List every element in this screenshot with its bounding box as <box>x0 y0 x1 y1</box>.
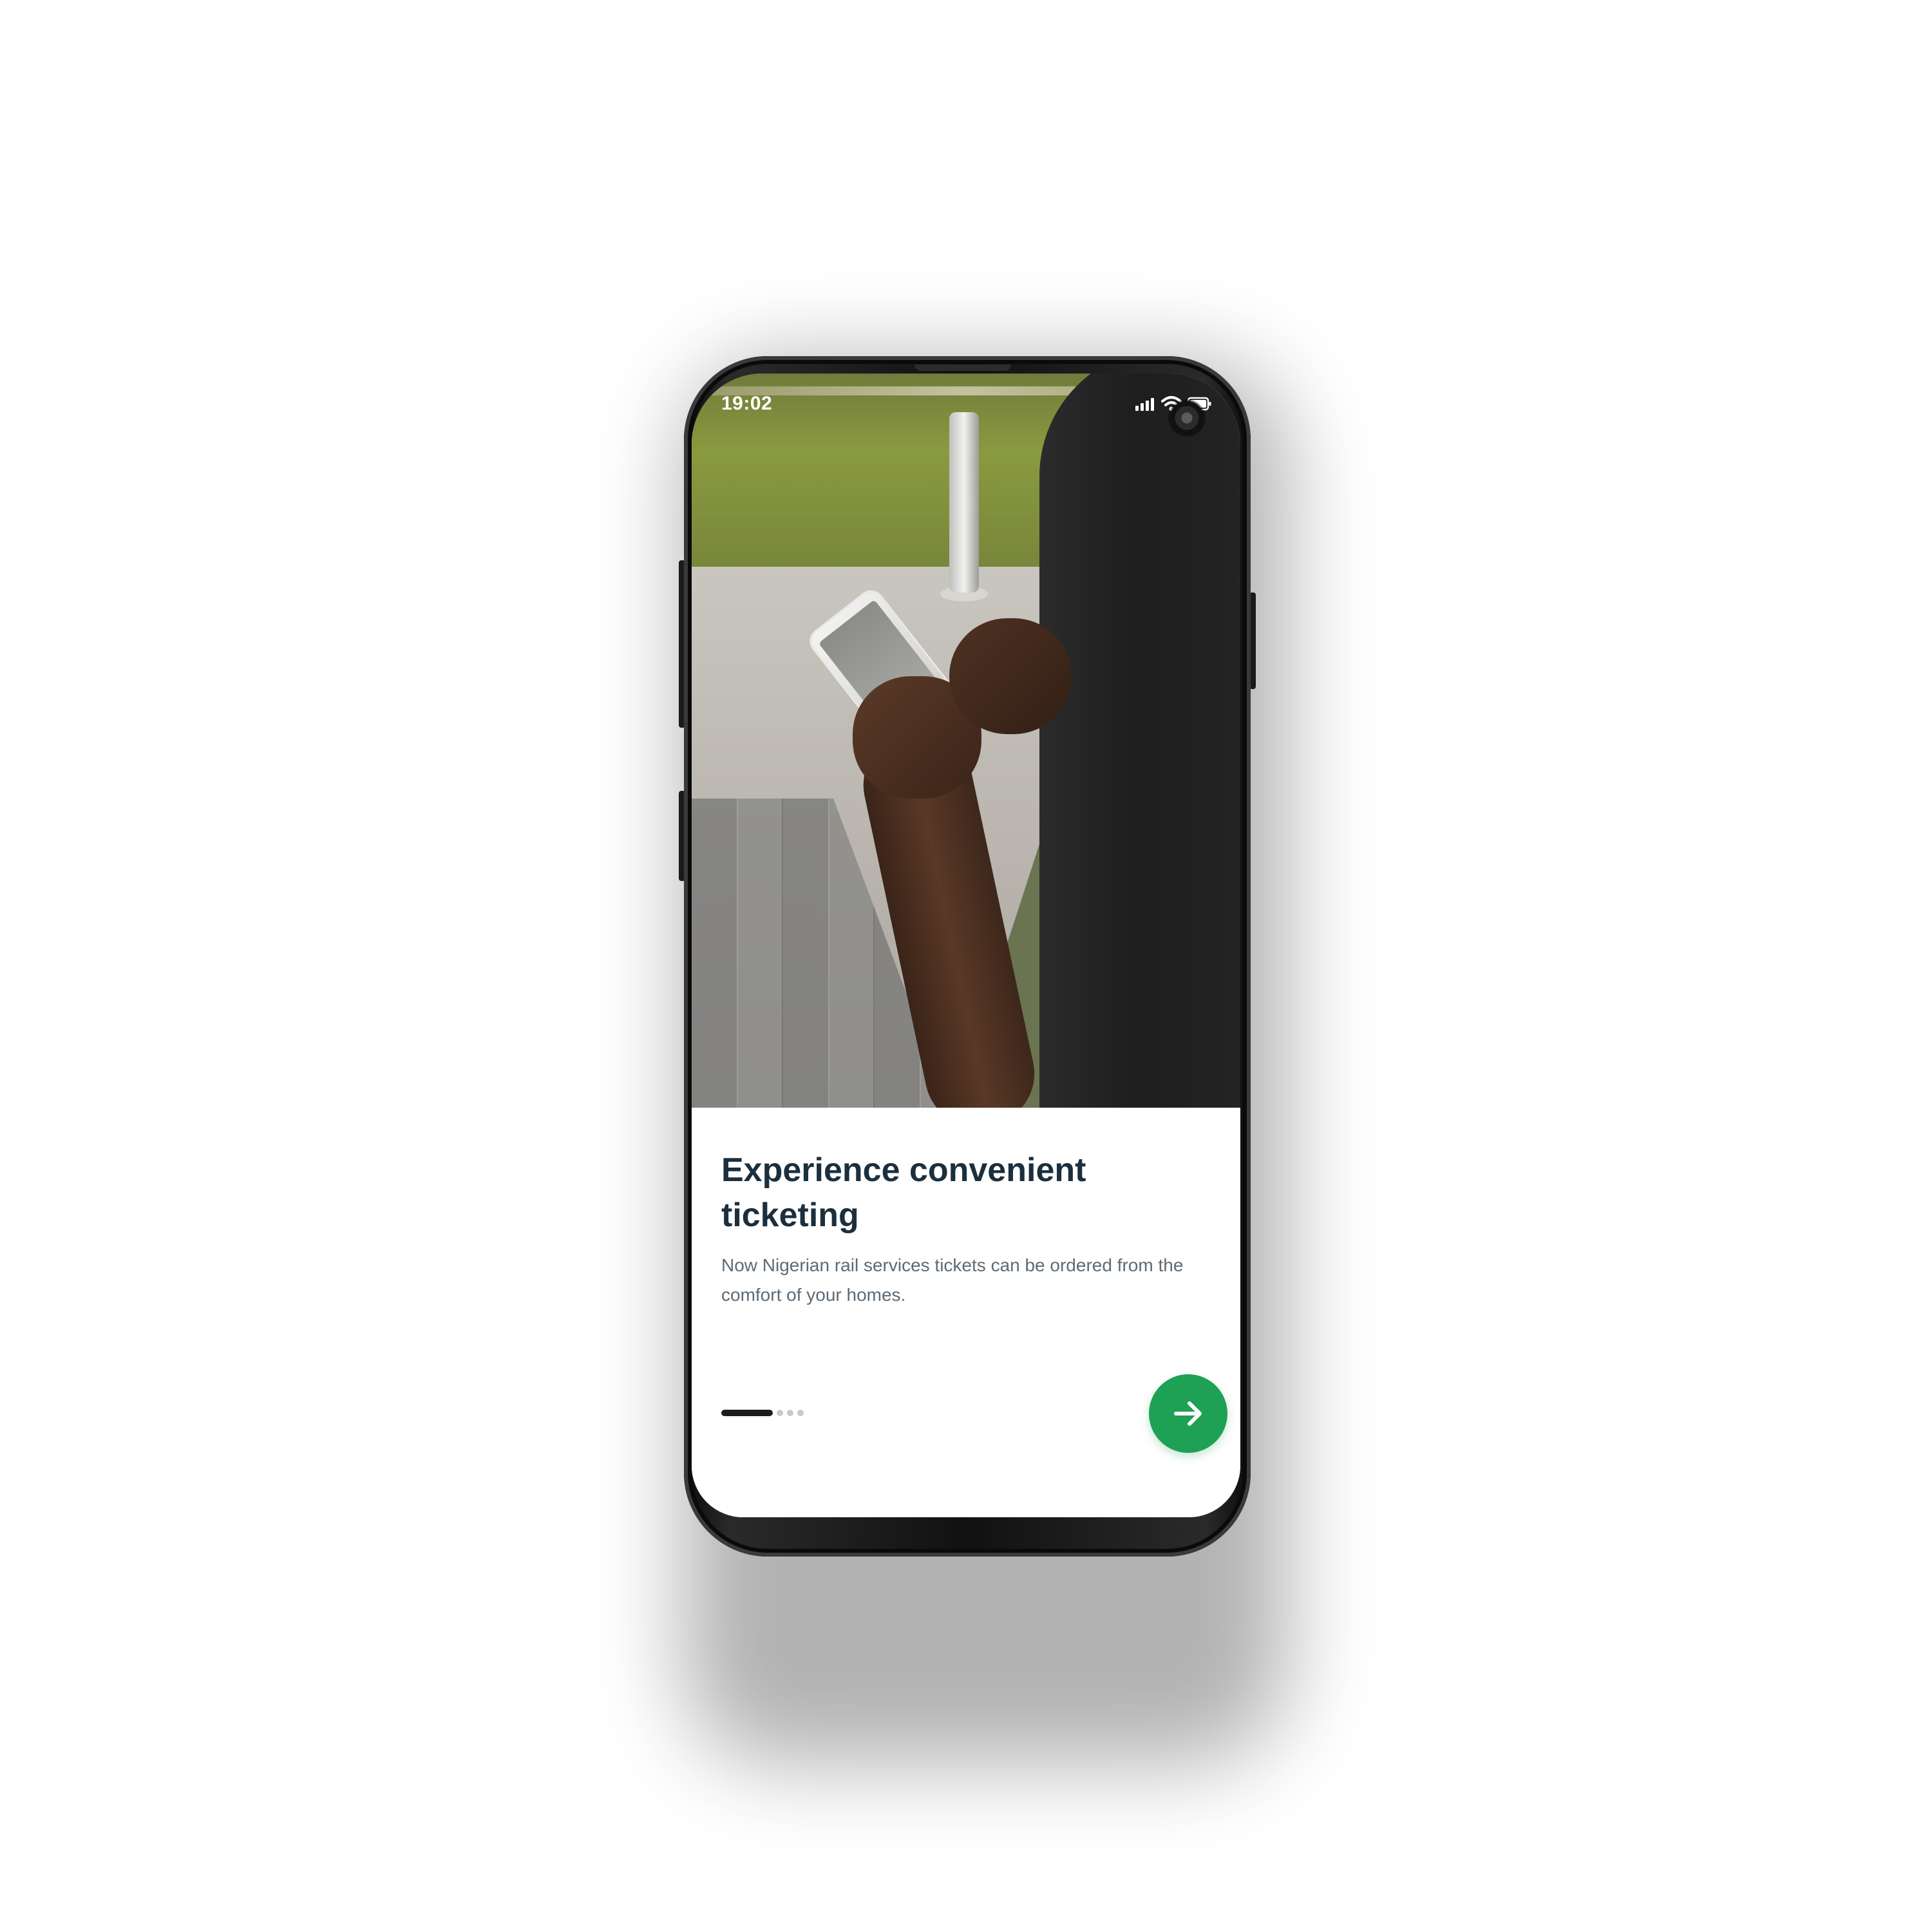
bollard <box>949 412 979 592</box>
front-camera <box>1168 399 1206 437</box>
onboarding-title: Experience convenient ticketing <box>721 1151 1086 1234</box>
page-dot <box>787 1410 793 1416</box>
phone-screen: 19:02 Experience convenient ticketing No… <box>692 374 1240 1517</box>
onboarding-card: Experience convenient ticketing Now Nige… <box>692 1108 1240 1517</box>
person-right-hand <box>949 618 1072 734</box>
cellular-signal-icon <box>1135 398 1154 411</box>
onboarding-description: Now Nigerian rail services tickets can b… <box>721 1255 1184 1305</box>
earpiece-speaker <box>914 365 1011 371</box>
arrow-right-icon <box>1174 1401 1202 1426</box>
person-torso <box>1039 374 1240 1108</box>
mockup-stage: 19:02 Experience convenient ticketing No… <box>0 0 1932 1932</box>
status-time: 19:02 <box>721 393 773 414</box>
page-indicator <box>721 1409 804 1417</box>
next-button[interactable] <box>1149 1374 1227 1453</box>
page-dot-active <box>721 1410 773 1416</box>
hero-image <box>692 374 1240 1108</box>
page-dot <box>777 1410 783 1416</box>
page-dot <box>797 1410 804 1416</box>
status-bar: 19:02 <box>692 374 1240 437</box>
